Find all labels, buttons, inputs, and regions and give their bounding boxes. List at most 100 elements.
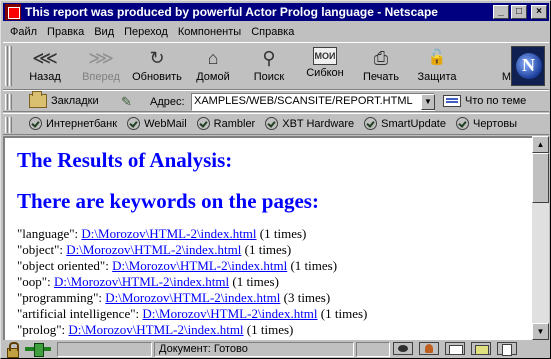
location-toolbar: Закладки ✎ Адрес: XAMPLES/WEB/SCANSITE/R… [3,90,549,112]
toolbar-grip[interactable] [9,117,12,133]
bookmark-check-icon [127,117,141,130]
keyword-link[interactable]: D:\Morozov\HTML-2\index.html [105,290,280,305]
toolbar-grip[interactable] [5,46,8,86]
forward-arrows-icon: ⋙ [88,48,114,68]
bookmarks-label: Закладки [51,95,99,107]
scroll-thumb[interactable] [532,153,549,203]
menu-view[interactable]: Вид [89,26,119,38]
messenger-icon[interactable] [419,342,439,355]
keyword-link[interactable]: D:\Morozov\HTML-2\index.html [81,226,256,241]
personal-link-internetbank[interactable]: Интернетбанк [29,117,117,130]
personal-toolbar: Интернетбанк WebMail Rambler XBT Hardwar… [3,113,549,135]
toolbar-grip[interactable] [9,46,12,86]
address-label: Адрес: [150,96,185,108]
address-input[interactable]: XAMPLES/WEB/SCANSITE/REPORT.HTML [191,93,435,111]
keyword-row: "prolog": D:\Morozov\HTML-2\index.html (… [17,322,520,338]
keyword-count: (1 times) [320,306,368,321]
related-label: Что по теме [465,95,527,107]
keyword-name: "oop": [17,274,51,289]
composer-icon[interactable] [497,342,517,356]
menu-file[interactable]: Файл [5,26,42,38]
keyword-count: (1 times) [259,226,307,241]
home-icon: ⌂ [207,48,219,68]
back-arrows-icon: ⋘ [32,48,58,68]
menu-edit[interactable]: Правка [42,26,89,38]
bookmark-check-icon [455,117,469,130]
toolbar-grip[interactable] [9,94,12,110]
title-bar[interactable]: This report was produced by powerful Act… [3,3,549,21]
search-button[interactable]: ⚲ Поиск [241,45,297,89]
navigation-toolbar: ⋘ Назад ⋙ Вперед ↻ Обновить ⌂ Домой ⚲ По… [3,42,549,90]
newsgroups-icon[interactable] [471,342,491,355]
back-button[interactable]: ⋘ Назад [17,45,73,89]
keyword-link[interactable]: D:\Morozov\HTML-2\index.html [68,322,243,337]
navigator-icon[interactable] [393,342,413,355]
keyword-name: "programming": [17,290,102,305]
toolbar-grip[interactable] [5,117,8,133]
pin-icon[interactable]: ✎ [121,94,137,110]
personal-link-chertovy[interactable]: Чертовы [455,117,517,130]
page-content: The Results of Analysis: There are keywo… [3,136,532,340]
bookmark-check-icon [265,117,279,130]
print-button[interactable]: ⎙ Печать [353,45,409,89]
scroll-down-button[interactable]: ▼ [532,323,549,340]
window-title: This report was produced by powerful Act… [25,5,438,19]
address-dropdown-button[interactable]: ▼ [421,94,435,110]
netscape-logo-icon[interactable] [511,46,545,86]
keyword-name: "artificial intelligence": [17,306,140,321]
vertical-scrollbar[interactable]: ▲ ▼ [532,136,549,340]
progress-field [57,342,152,357]
keyword-row: "artificial intelligence": D:\Morozov\HT… [17,306,520,322]
search-icon: ⚲ [262,48,276,68]
page-title: The Results of Analysis: [17,148,233,172]
personal-link-rambler[interactable]: Rambler [196,117,255,130]
close-button[interactable]: × [531,5,547,19]
reload-icon: ↻ [149,48,165,68]
forward-button[interactable]: ⋙ Вперед [73,45,129,89]
bookmark-check-icon [196,117,210,130]
personal-link-smartupdate[interactable]: SmartUpdate [364,117,446,130]
bookmark-check-icon [364,117,378,130]
mail-icon[interactable] [445,342,465,355]
more-icon [475,47,501,69]
security-button[interactable]: 🔓 Защита [409,45,465,89]
reload-button[interactable]: ↻ Обновить [129,45,185,89]
print-icon: ⎙ [373,48,389,68]
toolbar-grip[interactable] [5,94,8,110]
maximize-button[interactable]: □ [511,5,527,19]
online-connection-icon[interactable] [25,342,51,357]
keyword-row: "object": D:\Morozov\HTML-2\index.html (… [17,242,520,258]
sibkon-button[interactable]: МОИ Сибкон [297,45,353,89]
menu-help[interactable]: Справка [246,26,299,38]
home-button[interactable]: ⌂ Домой [185,45,241,89]
menu-go[interactable]: Переход [119,26,173,38]
keyword-link[interactable]: D:\Morozov\HTML-2\index.html [66,242,241,257]
keyword-row: "programming": D:\Morozov\HTML-2\index.h… [17,290,520,306]
bookmark-folder-icon [29,91,47,108]
bookmarks-button[interactable]: Закладки [29,91,99,108]
netscape-window: This report was produced by powerful Act… [0,0,551,359]
minimize-button[interactable]: _ [493,5,509,19]
section-heading: There are keywords on the pages: [17,189,319,213]
more-button[interactable]: M [463,45,513,89]
keyword-link[interactable]: D:\Morozov\HTML-2\index.html [112,258,287,273]
keyword-link[interactable]: D:\Morozov\HTML-2\index.html [142,306,317,321]
keyword-count: (1 times) [232,274,279,289]
keyword-name: "prolog": [17,322,66,337]
keyword-name: "language": [17,226,79,241]
keyword-count: (1 times) [290,258,338,273]
menu-components[interactable]: Компоненты [173,26,246,38]
personal-link-webmail[interactable]: WebMail [127,117,187,130]
app-icon [5,4,21,20]
scroll-up-button[interactable]: ▲ [532,136,549,153]
keyword-count: (1 times) [244,242,292,257]
keyword-row: "language": D:\Morozov\HTML-2\index.html… [17,226,520,242]
personal-link-xbt-hardware[interactable]: XBT Hardware [265,117,354,130]
security-lock-icon[interactable] [5,342,19,358]
bookmark-check-icon [29,117,42,130]
status-field [356,342,390,357]
keyword-link[interactable]: D:\Morozov\HTML-2\index.html [54,274,229,289]
sibkon-icon: МОИ [313,47,337,65]
keyword-row: "oop": D:\Morozov\HTML-2\index.html (1 t… [17,274,520,290]
related-button[interactable]: Что по теме [443,95,526,107]
